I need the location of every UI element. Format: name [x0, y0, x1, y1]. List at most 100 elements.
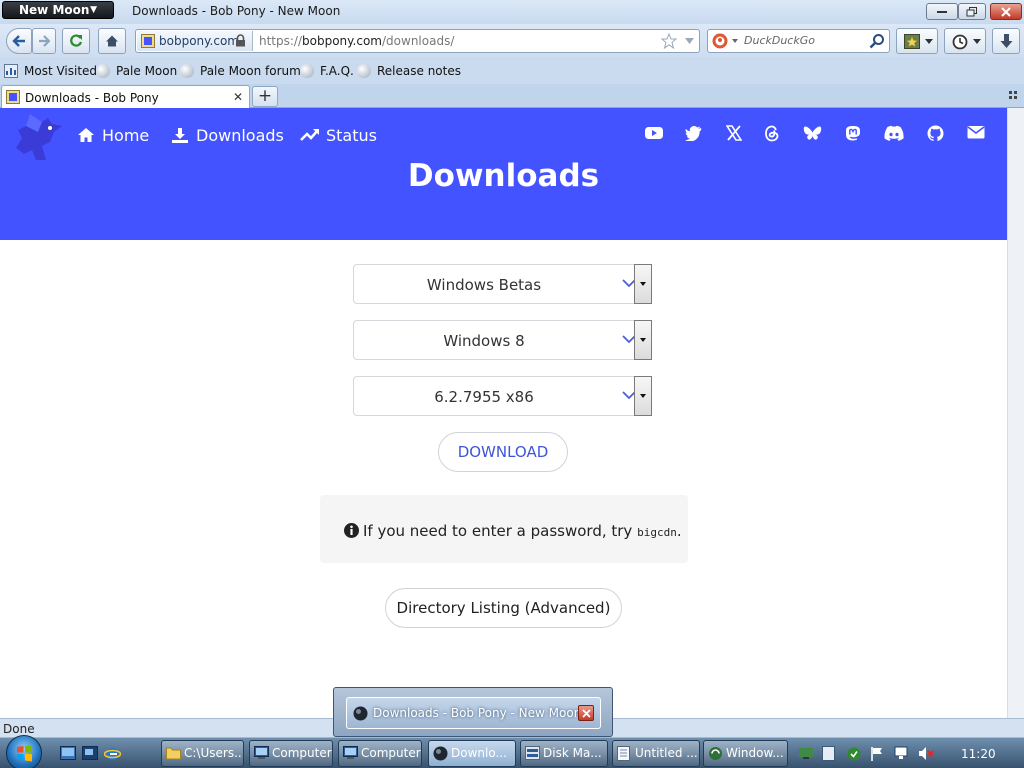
close-icon	[1001, 6, 1011, 17]
bookmarks-menu-button[interactable]	[896, 28, 938, 54]
trend-icon	[300, 129, 319, 141]
twitter-icon[interactable]	[685, 125, 703, 141]
bob-pony-logo-icon[interactable]	[12, 112, 64, 164]
task-label: Disk Ma...	[543, 746, 602, 760]
address-bar[interactable]: bobpony.com https://bobpony.com/download…	[135, 29, 700, 53]
task-computer-1[interactable]: Computer	[249, 740, 333, 767]
notice-text: If you need to enter a password, try big…	[363, 522, 682, 540]
computer-icon	[343, 746, 358, 759]
home-icon	[78, 128, 94, 142]
windows-update-icon	[709, 747, 722, 760]
forward-button[interactable]	[32, 28, 56, 54]
show-desktop-icon[interactable]	[60, 746, 76, 760]
document-tray-icon[interactable]	[822, 746, 836, 761]
bookmark-most-visited[interactable]: Most Visited	[4, 64, 97, 78]
minimize-button[interactable]	[926, 3, 958, 20]
minimize-icon	[937, 10, 947, 13]
action-center-flag-icon[interactable]	[870, 746, 884, 761]
start-button[interactable]	[6, 735, 42, 768]
page-content: Home Downloads Status Downloads Windows …	[0, 108, 1007, 718]
thumbnail-close-button[interactable]	[578, 705, 594, 721]
task-label: C:\Users...	[184, 746, 244, 760]
tab-list-icon[interactable]	[1009, 91, 1018, 100]
taskbar-thumbnail-preview[interactable]: Downloads - Bob Pony - New Moon	[333, 687, 613, 737]
bookmark-star-icon[interactable]	[661, 33, 677, 49]
task-label: Untitled ...	[635, 746, 698, 760]
select-dropdown-button[interactable]	[634, 320, 652, 360]
email-icon[interactable]	[967, 125, 985, 139]
bookmark-faq[interactable]: F.A.Q.	[300, 64, 354, 78]
url-text[interactable]: https://bobpony.com/downloads/	[259, 34, 454, 48]
forward-arrow-icon	[39, 35, 50, 47]
select-dropdown-button[interactable]	[634, 376, 652, 416]
search-input[interactable]: DuckDuckGo	[744, 34, 815, 47]
download-button[interactable]: DOWNLOAD	[438, 432, 568, 472]
bookmark-label: Pale Moon forum	[200, 64, 301, 78]
task-explorer-users[interactable]: C:\Users...	[161, 740, 244, 767]
task-label: Computer	[361, 746, 421, 760]
duckduckgo-icon	[712, 33, 728, 49]
internet-explorer-icon[interactable]	[104, 746, 121, 762]
bluesky-icon[interactable]	[803, 125, 822, 142]
navigation-toolbar: bobpony.com https://bobpony.com/download…	[0, 24, 1024, 58]
os-select[interactable]: Windows 8	[353, 320, 652, 360]
task-disk-management[interactable]: Disk Ma...	[520, 740, 608, 767]
task-notepad[interactable]: Untitled ...	[612, 740, 700, 767]
bookmarks-icon	[904, 34, 920, 49]
reload-button[interactable]	[62, 28, 90, 54]
directory-listing-button[interactable]: Directory Listing (Advanced)	[385, 588, 622, 628]
volume-muted-icon[interactable]	[918, 746, 934, 761]
close-window-button[interactable]	[990, 3, 1022, 20]
security-tray-icon[interactable]	[846, 746, 862, 761]
select-value: 6.2.7955 x86	[434, 388, 534, 406]
url-dropdown-icon[interactable]	[685, 38, 694, 44]
tab-downloads[interactable]: Downloads - Bob Pony ✕	[1, 85, 250, 108]
vertical-scrollbar[interactable]	[1007, 108, 1024, 718]
restore-button[interactable]	[958, 3, 986, 20]
network-status-icon[interactable]	[893, 746, 909, 761]
network-tray-icon[interactable]	[798, 746, 814, 760]
tab-label: Downloads - Bob Pony	[25, 91, 159, 105]
mastodon-icon[interactable]	[845, 125, 861, 142]
back-button[interactable]	[6, 28, 32, 54]
bookmark-pale-moon[interactable]: Pale Moon	[96, 64, 177, 78]
github-icon[interactable]	[927, 125, 944, 142]
taskbar-clock[interactable]: 11:20	[961, 747, 996, 761]
app-menu-label: New Moon	[19, 3, 90, 17]
new-moon-icon	[353, 706, 368, 721]
title-bar: New Moon ▼ Downloads - Bob Pony - New Mo…	[0, 0, 1024, 24]
new-tab-button[interactable]: +	[252, 86, 278, 107]
bookmark-release-notes[interactable]: Release notes	[357, 64, 461, 78]
tab-close-icon[interactable]: ✕	[233, 90, 243, 104]
app-menu-button[interactable]: New Moon ▼	[2, 1, 114, 19]
x-icon[interactable]	[726, 125, 742, 141]
site-identity-button[interactable]: bobpony.com	[137, 31, 253, 51]
thumbnail-window-item[interactable]: Downloads - Bob Pony - New Moon	[346, 697, 601, 729]
notepad-icon	[617, 746, 630, 761]
history-button[interactable]	[944, 28, 986, 54]
build-select[interactable]: 6.2.7955 x86	[353, 376, 652, 416]
download-arrow-icon	[1000, 34, 1013, 48]
threads-icon[interactable]	[764, 125, 780, 142]
search-icon[interactable]	[869, 33, 885, 49]
select-dropdown-button[interactable]	[634, 264, 652, 304]
bookmark-pale-moon-forum[interactable]: Pale Moon forum	[180, 64, 301, 78]
lock-icon	[236, 34, 245, 47]
task-label: Window...	[726, 746, 784, 760]
downloads-button[interactable]	[992, 28, 1020, 54]
search-bar[interactable]: DuckDuckGo	[707, 29, 890, 53]
youtube-icon[interactable]	[644, 125, 664, 141]
search-engine-dropdown-icon[interactable]	[732, 39, 738, 43]
task-windows-update[interactable]: Window...	[703, 740, 788, 767]
category-select[interactable]: Windows Betas	[353, 264, 652, 304]
download-icon	[172, 128, 188, 143]
task-computer-2[interactable]: Computer	[338, 740, 422, 767]
url-path: /downloads/	[382, 34, 455, 48]
switch-windows-icon[interactable]	[82, 746, 98, 760]
task-label: Computer	[272, 746, 332, 760]
home-button[interactable]	[98, 28, 126, 54]
home-icon	[106, 35, 118, 47]
task-new-moon[interactable]: Downlo...	[428, 740, 516, 767]
chevron-down-icon	[973, 39, 981, 44]
discord-icon[interactable]	[884, 125, 904, 141]
